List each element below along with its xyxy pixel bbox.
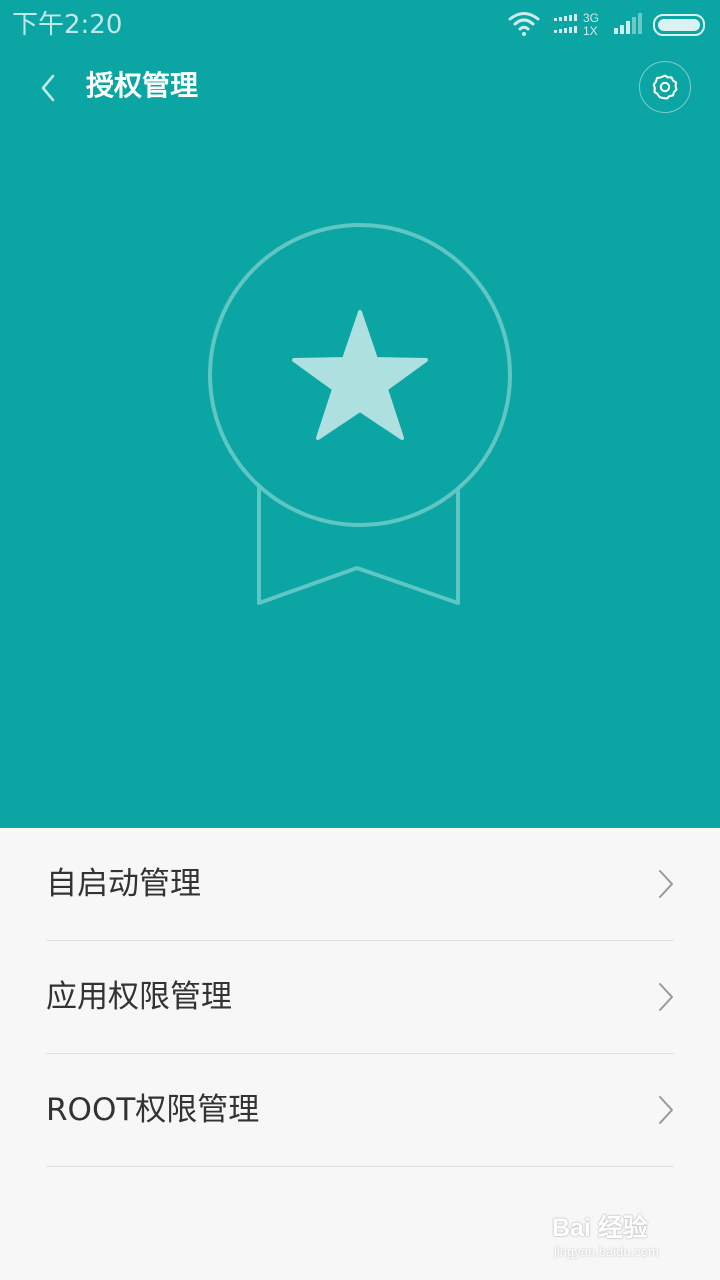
menu-list: 自启动管理 应用权限管理 ROOT权限管理: [0, 828, 720, 1167]
chevron-right-icon: [659, 983, 673, 1011]
watermark-logo-text: Bai 经验: [552, 1214, 648, 1242]
chevron-right-icon: [659, 870, 673, 898]
page-title: 授权管理: [86, 69, 199, 102]
menu-item-autostart[interactable]: 自启动管理: [0, 828, 720, 941]
menu-item-app-permissions[interactable]: 应用权限管理: [0, 941, 720, 1054]
chevron-left-icon: [41, 74, 55, 102]
status-time: 下午2:20: [12, 10, 123, 40]
menu-item-root-permissions[interactable]: ROOT权限管理: [0, 1054, 720, 1167]
network-type-bottom: 1X: [583, 24, 598, 38]
menu-item-label: 自启动管理: [46, 866, 201, 902]
medal-star-icon: [208, 223, 512, 605]
menu-item-label: ROOT权限管理: [46, 1092, 260, 1128]
status-icons: 3G 1X: [508, 11, 705, 38]
chevron-right-icon: [659, 1096, 673, 1124]
signal-dots-icon: [554, 14, 577, 33]
gear-icon: [652, 74, 678, 100]
divider: [46, 1166, 674, 1167]
baidu-jingyan-watermark: Bai 经验 jingyan.baidu.com: [552, 1200, 702, 1270]
settings-button[interactable]: [639, 61, 691, 113]
cell-signal-icon: [614, 13, 642, 34]
back-button[interactable]: [22, 62, 74, 114]
menu-item-label: 应用权限管理: [46, 979, 232, 1015]
title-bar: 授权管理: [0, 50, 720, 126]
wifi-icon: [508, 12, 540, 36]
status-bar: 下午2:20 3G 1X: [0, 0, 720, 50]
network-type-top: 3G: [583, 11, 599, 25]
watermark-url: jingyan.baidu.com: [554, 1244, 659, 1259]
battery-icon: [653, 14, 705, 36]
